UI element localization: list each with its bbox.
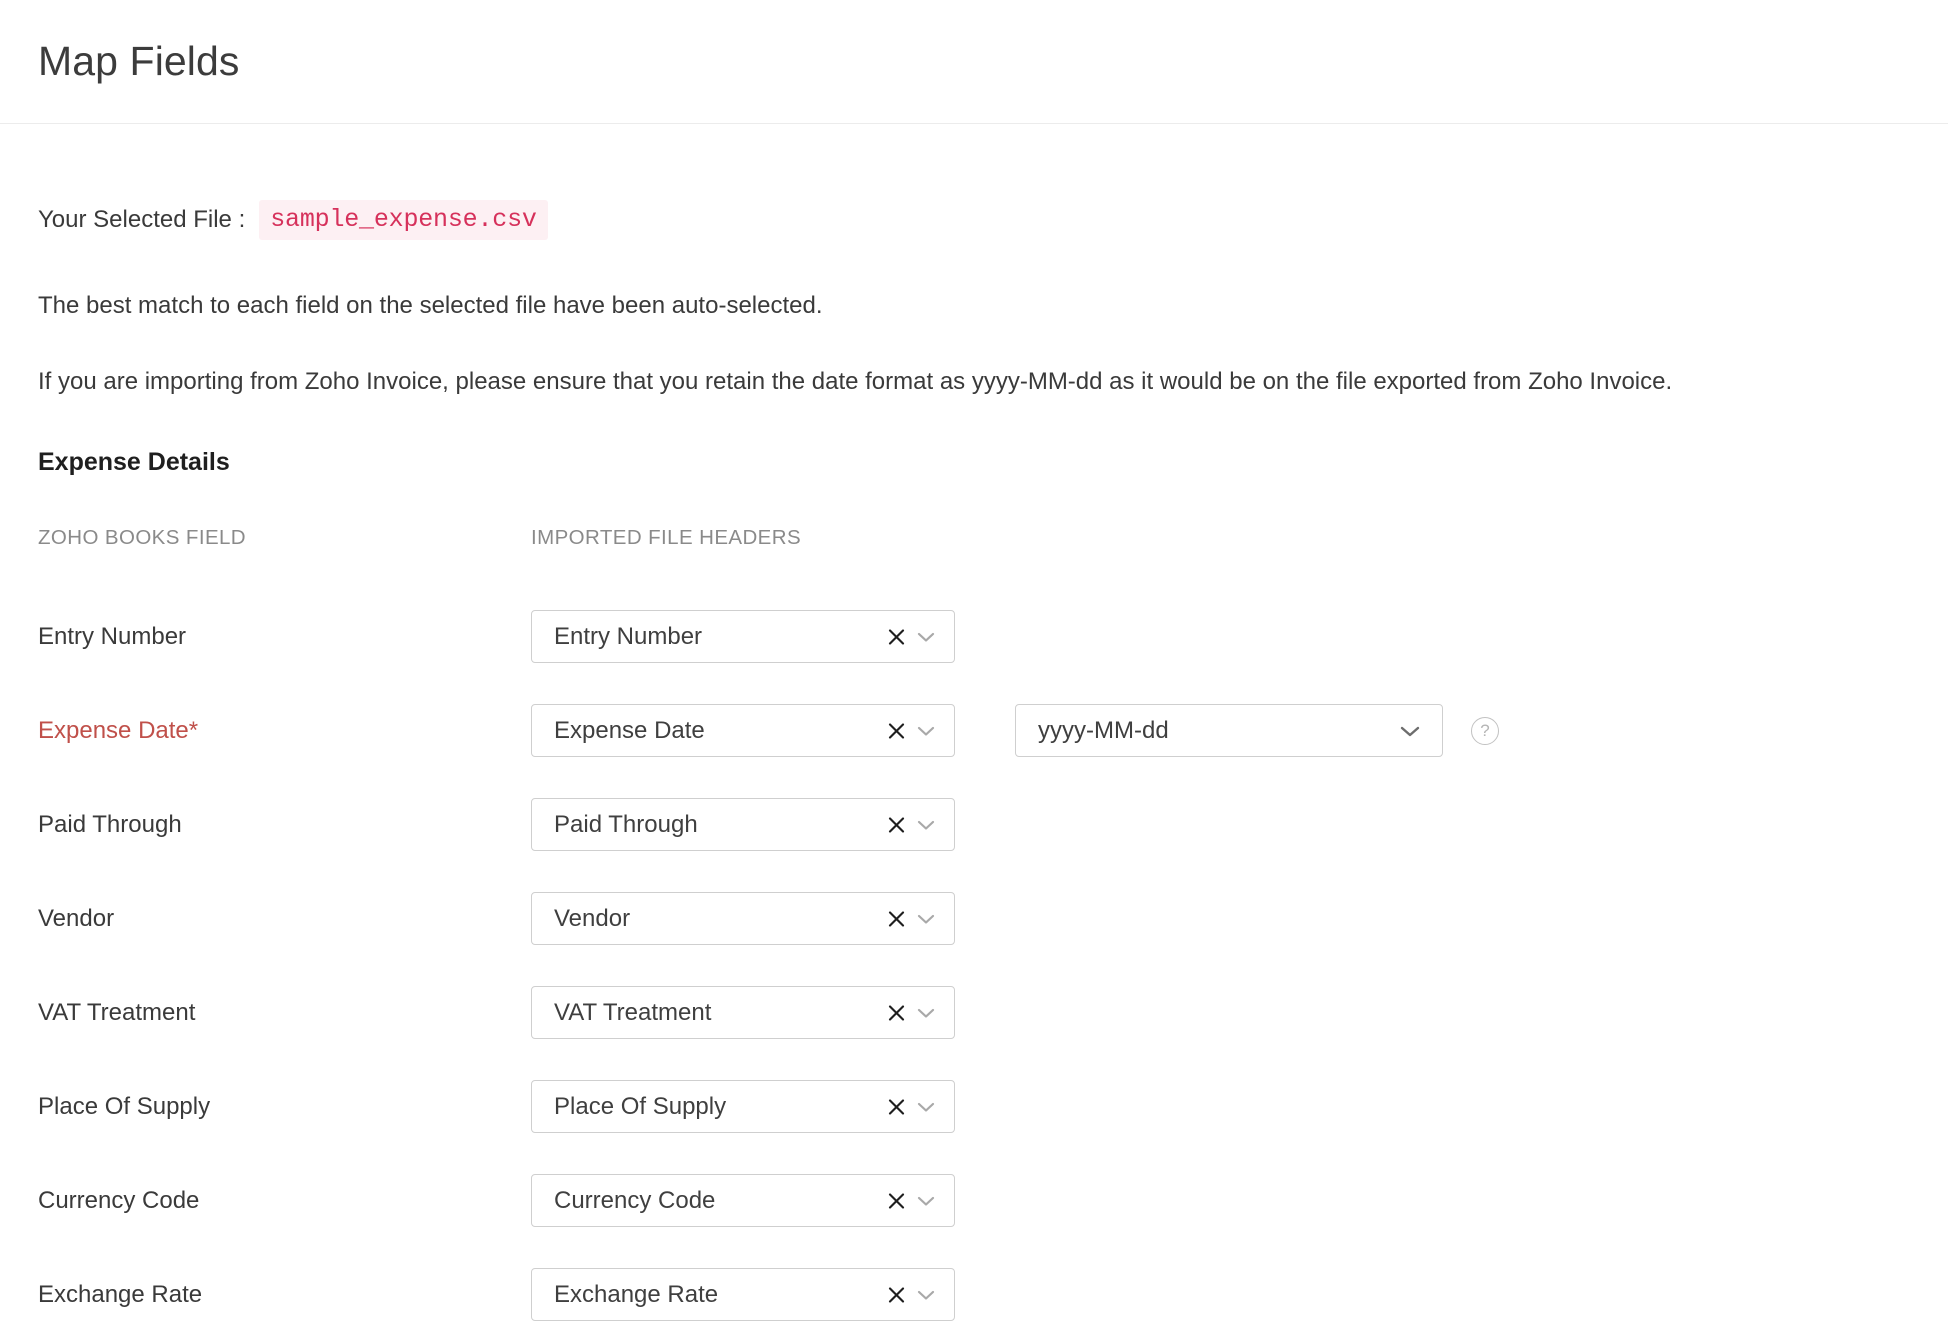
imported-header-select[interactable]: Place Of Supply bbox=[531, 1080, 955, 1133]
field-label: Vendor bbox=[38, 904, 115, 932]
field-mapping-row: Entry Number Entry Number bbox=[38, 590, 1910, 684]
imported-header-select[interactable]: Exchange Rate bbox=[531, 1268, 955, 1321]
page-content: Your Selected File : sample_expense.csv … bbox=[0, 200, 1948, 1342]
date-format-group: yyyy-MM-dd? bbox=[955, 704, 1499, 757]
chevron-down-icon[interactable] bbox=[916, 815, 936, 835]
column-header-zoho-books-field: ZOHO BOOKS FIELD bbox=[38, 526, 247, 549]
section-title-expense-details: Expense Details bbox=[38, 448, 230, 476]
field-label: Entry Number bbox=[38, 622, 187, 650]
chevron-down-icon[interactable] bbox=[916, 909, 936, 929]
help-circle-icon[interactable]: ? bbox=[1471, 716, 1499, 745]
page-header: Map Fields bbox=[0, 0, 1948, 124]
imported-header-select[interactable]: Entry Number bbox=[531, 610, 955, 663]
close-icon[interactable] bbox=[887, 815, 906, 834]
field-label: VAT Treatment bbox=[38, 998, 196, 1026]
close-icon[interactable] bbox=[887, 1191, 906, 1210]
field-mapping-list: Entry Number Entry Number Expense Date* Exp… bbox=[38, 590, 1910, 1342]
close-icon[interactable] bbox=[887, 1285, 906, 1304]
imported-header-select[interactable]: Expense Date bbox=[531, 704, 955, 757]
imported-header-select[interactable]: Vendor bbox=[531, 892, 955, 945]
close-icon[interactable] bbox=[887, 1003, 906, 1022]
field-mapping-row: Vendor Vendor bbox=[38, 872, 1910, 966]
field-mapping-row: Expense Date* Expense Date yyyy-MM-dd? bbox=[38, 684, 1910, 778]
date-format-value: yyyy-MM-dd bbox=[1038, 718, 1169, 743]
chevron-down-icon[interactable] bbox=[916, 1003, 936, 1023]
chevron-down-icon[interactable] bbox=[1398, 719, 1422, 743]
field-label: Place Of Supply bbox=[38, 1092, 211, 1120]
chevron-down-icon[interactable] bbox=[916, 1097, 936, 1117]
page-title: Map Fields bbox=[38, 38, 240, 84]
selected-file-row: Your Selected File : sample_expense.csv bbox=[38, 200, 1910, 240]
imported-header-select[interactable]: Currency Code bbox=[531, 1174, 955, 1227]
field-mapping-row: Exchange Rate Exchange Rate bbox=[38, 1248, 1910, 1342]
chevron-down-icon[interactable] bbox=[916, 627, 936, 647]
close-icon[interactable] bbox=[887, 627, 906, 646]
close-icon[interactable] bbox=[887, 721, 906, 740]
imported-header-select[interactable]: VAT Treatment bbox=[531, 986, 955, 1039]
field-label: Paid Through bbox=[38, 810, 182, 838]
chevron-down-icon[interactable] bbox=[916, 1191, 936, 1211]
close-icon[interactable] bbox=[887, 1097, 906, 1116]
chevron-down-icon[interactable] bbox=[916, 1285, 936, 1305]
column-headers: ZOHO BOOKS FIELD IMPORTED FILE HEADERS bbox=[38, 526, 1910, 549]
column-header-imported-file-headers: IMPORTED FILE HEADERS bbox=[531, 526, 802, 549]
field-label: Expense Date* bbox=[38, 716, 199, 744]
selected-file-label: Your Selected File : bbox=[38, 206, 246, 233]
instruction-line-1: The best match to each field on the sele… bbox=[38, 292, 823, 319]
field-mapping-row: Currency Code Currency Code bbox=[38, 1154, 1910, 1248]
chevron-down-icon[interactable] bbox=[916, 721, 936, 741]
imported-header-select[interactable]: Paid Through bbox=[531, 798, 955, 851]
field-label: Exchange Rate bbox=[38, 1280, 203, 1308]
close-icon[interactable] bbox=[887, 909, 906, 928]
field-mapping-row: Place Of Supply Place Of Supply bbox=[38, 1060, 1910, 1154]
date-format-select[interactable]: yyyy-MM-dd bbox=[1015, 704, 1443, 757]
selected-file-name: sample_expense.csv bbox=[259, 200, 548, 240]
instruction-line-2: If you are importing from Zoho Invoice, … bbox=[38, 368, 1673, 395]
field-mapping-row: VAT Treatment VAT Treatment bbox=[38, 966, 1910, 1060]
field-label: Currency Code bbox=[38, 1186, 200, 1214]
field-mapping-row: Paid Through Paid Through bbox=[38, 778, 1910, 872]
